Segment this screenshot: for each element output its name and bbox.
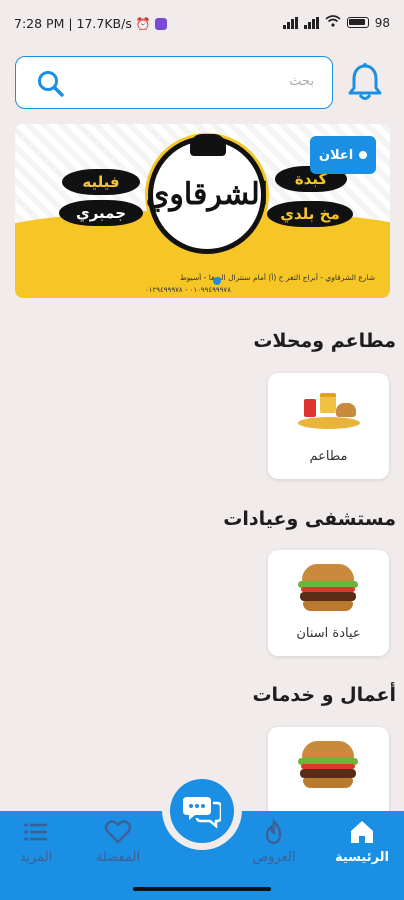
heart-icon (104, 820, 132, 844)
banner-phones: ٠١٠٩٩٤٩٩٩٧٨ - ٠١٢٩٤٩٩٩٧٨ (145, 286, 231, 294)
carousel-indicator[interactable] (213, 277, 221, 285)
nav-label-favorites: المفضلة (95, 850, 141, 865)
wifi-icon (325, 15, 341, 30)
nav-label-offers: العروض (252, 850, 296, 865)
chat-bubbles-icon (183, 797, 221, 829)
menu-icon (24, 823, 47, 841)
category-card-dental-clinic[interactable]: عيادة اسنان (268, 550, 389, 656)
search-placeholder: بحث (289, 74, 314, 89)
nav-item-more[interactable]: المزيد (0, 818, 76, 865)
signal-icon (282, 16, 298, 29)
home-icon (351, 821, 373, 843)
nav-label-home: الرئيسية (334, 850, 390, 865)
chef-hat-icon (190, 134, 226, 156)
category-card-label: مطاعم (309, 449, 348, 464)
status-time: 7:28 PM | 17.7KB/s (14, 16, 132, 31)
section-title-services: أعمال و خدمات (252, 684, 396, 706)
banner-pill-fillet: فيليه (62, 169, 140, 195)
status-right: 98 (282, 15, 390, 30)
chat-fab-button[interactable] (170, 779, 234, 843)
ad-banner[interactable]: الشرقاوي فيليه جمبري كبدة مخ بلدي اعلان … (15, 124, 390, 298)
category-card-label: عيادة اسنان (296, 626, 361, 641)
nav-label-more: المزيد (19, 850, 53, 865)
banner-pill-brain: مخ بلدي (267, 201, 353, 227)
search-icon (38, 71, 64, 97)
ad-label: اعلان (318, 147, 354, 163)
alarm-clock-icon: ⏰ (135, 16, 151, 31)
banner-pill-shrimp: جمبري (59, 200, 143, 226)
nav-item-offers[interactable]: العروض (234, 818, 314, 865)
ad-dot-icon (359, 151, 368, 159)
signal-icon-2 (303, 16, 319, 29)
category-card-restaurants[interactable]: مطاعم (268, 373, 389, 479)
section-title-restaurants: مطاعم ومحلات (253, 330, 396, 352)
battery-level: 98 (374, 15, 390, 30)
search-input[interactable]: بحث (15, 56, 333, 109)
banner-address: شارع الشرقاوي - أبراج الثغر ح (أ) أمام س… (179, 273, 375, 282)
app-notification-icon (154, 17, 167, 30)
bell-icon[interactable] (347, 62, 383, 102)
nav-item-home[interactable]: الرئيسية (322, 818, 402, 865)
system-home-indicator[interactable] (133, 887, 271, 891)
status-left: 7:28 PM | 17.7KB/s ⏰ (14, 16, 167, 31)
nav-item-favorites[interactable]: المفضلة (78, 818, 158, 865)
fast-food-image (298, 393, 360, 429)
logo-text: الشرقاوي (145, 177, 269, 212)
status-bar: 7:28 PM | 17.7KB/s ⏰ 98 (0, 0, 404, 48)
section-title-hospitals: مستشفى وعيادات (223, 508, 396, 530)
ad-badge: اعلان (310, 136, 376, 174)
battery-icon (346, 17, 369, 28)
burger-image (296, 741, 360, 789)
burger-image (296, 564, 360, 612)
fire-icon (265, 818, 282, 845)
